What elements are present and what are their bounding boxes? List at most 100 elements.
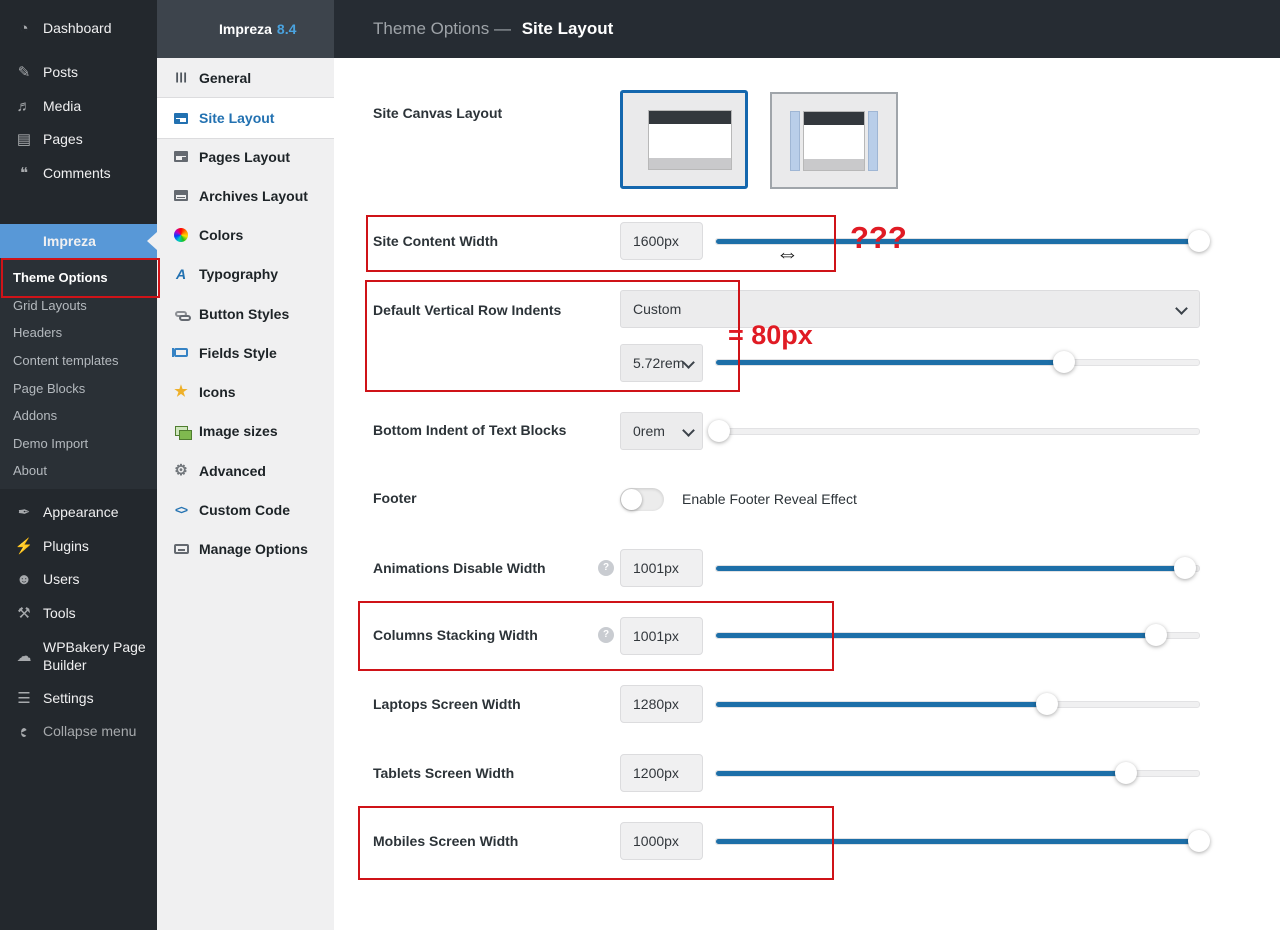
row-indents-select[interactable]: Custom <box>620 290 1200 328</box>
tab-site-layout[interactable]: Site Layout <box>157 97 334 139</box>
sidebar-item-label: Collapse menu <box>43 723 137 739</box>
sliders-icon: ☰ <box>17 689 31 707</box>
slider-handle[interactable] <box>1188 230 1210 252</box>
pages-icon: ▤ <box>16 130 32 148</box>
tab-general[interactable]: ☰ General <box>157 58 334 97</box>
slider-handle[interactable] <box>1145 624 1167 646</box>
canvas-boxed-preview <box>790 110 878 171</box>
gear-icon: ⚙ <box>174 462 188 479</box>
image-sizes-icon <box>172 425 192 440</box>
field-label-animations-disable-width: Animations Disable Width <box>373 560 546 576</box>
site-layout-icon <box>172 112 190 124</box>
sidebar-item-label: Impreza <box>43 233 96 249</box>
toggle-knob <box>621 489 642 510</box>
sidebar-item-pages[interactable]: ▤ Pages <box>0 122 157 156</box>
slider-handle[interactable] <box>708 420 730 442</box>
tablets-screen-width-slider[interactable] <box>715 762 1200 784</box>
site-content-width-slider[interactable] <box>715 230 1210 252</box>
sidebar-item-media[interactable]: ♬ Media <box>0 89 157 123</box>
submenu-item-page-blocks[interactable]: Page Blocks <box>0 375 157 403</box>
animations-disable-width-slider[interactable] <box>715 557 1200 579</box>
help-icon[interactable]: ? <box>598 560 614 576</box>
tab-manage-options[interactable]: Manage Options <box>157 529 334 568</box>
slider-handle[interactable] <box>1188 830 1210 852</box>
tab-colors[interactable]: Colors <box>157 215 334 254</box>
sliders-icon: ☰ <box>173 71 189 84</box>
typography-icon: A <box>175 265 187 282</box>
star-icon: ★ <box>174 383 188 400</box>
plugin-icon: ⚡ <box>14 537 34 555</box>
slider-handle[interactable] <box>1115 762 1137 784</box>
field-label-columns-stacking-width: Columns Stacking Width <box>373 627 538 643</box>
sidebar-item-label: Pages <box>43 131 83 147</box>
tab-fields-style[interactable]: Fields Style <box>157 333 334 372</box>
sidebar-item-label: Appearance <box>43 504 119 520</box>
submenu-item-demo-import[interactable]: Demo Import <box>0 430 157 458</box>
sidebar-item-dashboard[interactable]: ◔ Dashboard <box>0 11 157 45</box>
site-content-width-input[interactable] <box>620 222 703 260</box>
submenu-item-addons[interactable]: Addons <box>0 402 157 430</box>
canvas-layout-option-boxed[interactable] <box>770 92 898 189</box>
page-title-bar: Theme Options — Site Layout <box>334 0 1280 58</box>
tab-typography[interactable]: A Typography <box>157 254 334 293</box>
sidebar-item-label: Users <box>43 571 80 587</box>
chevron-down-icon <box>682 424 695 437</box>
sidebar-item-comments[interactable]: ❝ Comments <box>0 156 157 190</box>
tablets-screen-width-input[interactable] <box>620 754 703 792</box>
collapse-arrow-icon: ◀ <box>20 727 28 737</box>
sidebar-item-settings[interactable]: ☰ Settings <box>0 681 157 715</box>
tab-custom-code[interactable]: <> Custom Code <box>157 490 334 529</box>
help-icon[interactable]: ? <box>598 627 614 643</box>
brush-icon: ✒ <box>17 503 31 521</box>
submenu-item-about[interactable]: About <box>0 457 157 485</box>
pages-layout-icon <box>172 151 190 162</box>
footer-reveal-toggle[interactable] <box>620 488 664 511</box>
slider-handle[interactable] <box>1053 351 1075 373</box>
sidebar-item-impreza[interactable]: Impreza <box>0 224 157 258</box>
animations-disable-width-input[interactable] <box>620 549 703 587</box>
slider-handle[interactable] <box>1174 557 1196 579</box>
sidebar-item-users[interactable]: ☻ Users <box>0 562 157 596</box>
field-label-default-vertical-row-indents: Default Vertical Row Indents <box>373 302 562 318</box>
pushpin-icon: ✎ <box>17 63 31 81</box>
field-label-tablets-screen-width: Tablets Screen Width <box>373 765 515 781</box>
sidebar-item-collapse-menu[interactable]: ◀ Collapse menu <box>0 714 157 748</box>
sidebar-item-label: Settings <box>43 690 94 706</box>
tab-icons[interactable]: ★ Icons <box>157 372 334 411</box>
canvas-layout-option-full[interactable] <box>620 90 748 189</box>
sidebar-item-posts[interactable]: ✎ Posts <box>0 55 157 89</box>
sidebar-item-plugins[interactable]: ⚡ Plugins <box>0 529 157 563</box>
tab-pages-layout[interactable]: Pages Layout <box>157 137 334 176</box>
sidebar-item-wpbakery[interactable]: ☁ WPBakery Page Builder <box>0 630 157 682</box>
tab-image-sizes[interactable]: Image sizes <box>157 411 334 450</box>
columns-stacking-width-slider[interactable] <box>715 624 1200 646</box>
wp-admin-sidebar: ◔ Dashboard ✎ Posts ♬ Media ▤ Pages ❝ Co… <box>0 0 157 930</box>
laptops-screen-width-slider[interactable] <box>715 693 1200 715</box>
bottom-indent-select[interactable]: 0rem <box>620 412 703 450</box>
tab-button-styles[interactable]: Button Styles <box>157 294 334 333</box>
tab-advanced[interactable]: ⚙ Advanced <box>157 451 334 490</box>
columns-stacking-width-input[interactable] <box>620 617 703 655</box>
submenu-item-theme-options[interactable]: Theme Options <box>0 264 157 292</box>
current-menu-arrow <box>147 232 157 250</box>
sidebar-item-appearance[interactable]: ✒ Appearance <box>0 495 157 529</box>
comment-bubble-icon: ❝ <box>19 164 29 182</box>
sidebar-item-tools[interactable]: ⚒ Tools <box>0 596 157 630</box>
user-icon: ☻ <box>16 570 32 588</box>
slider-handle[interactable] <box>1036 693 1058 715</box>
mobiles-screen-width-slider[interactable] <box>715 830 1210 852</box>
submenu-item-content-templates[interactable]: Content templates <box>0 347 157 375</box>
tab-archives-layout[interactable]: Archives Layout <box>157 176 334 215</box>
sidebar-item-label: Plugins <box>43 538 89 554</box>
bottom-indent-slider[interactable] <box>708 420 1200 442</box>
wrench-icon: ⚒ <box>17 604 31 622</box>
dashboard-icon: ◔ <box>19 19 29 37</box>
laptops-screen-width-input[interactable] <box>620 685 703 723</box>
impreza-name: Impreza <box>219 21 272 37</box>
color-wheel-icon <box>172 227 190 242</box>
submenu-item-headers[interactable]: Headers <box>0 319 157 347</box>
mobiles-screen-width-input[interactable] <box>620 822 703 860</box>
submenu-item-grid-layouts[interactable]: Grid Layouts <box>0 292 157 320</box>
row-indent-value-select[interactable]: 5.72rem <box>620 344 703 382</box>
row-indent-slider[interactable] <box>715 351 1200 373</box>
